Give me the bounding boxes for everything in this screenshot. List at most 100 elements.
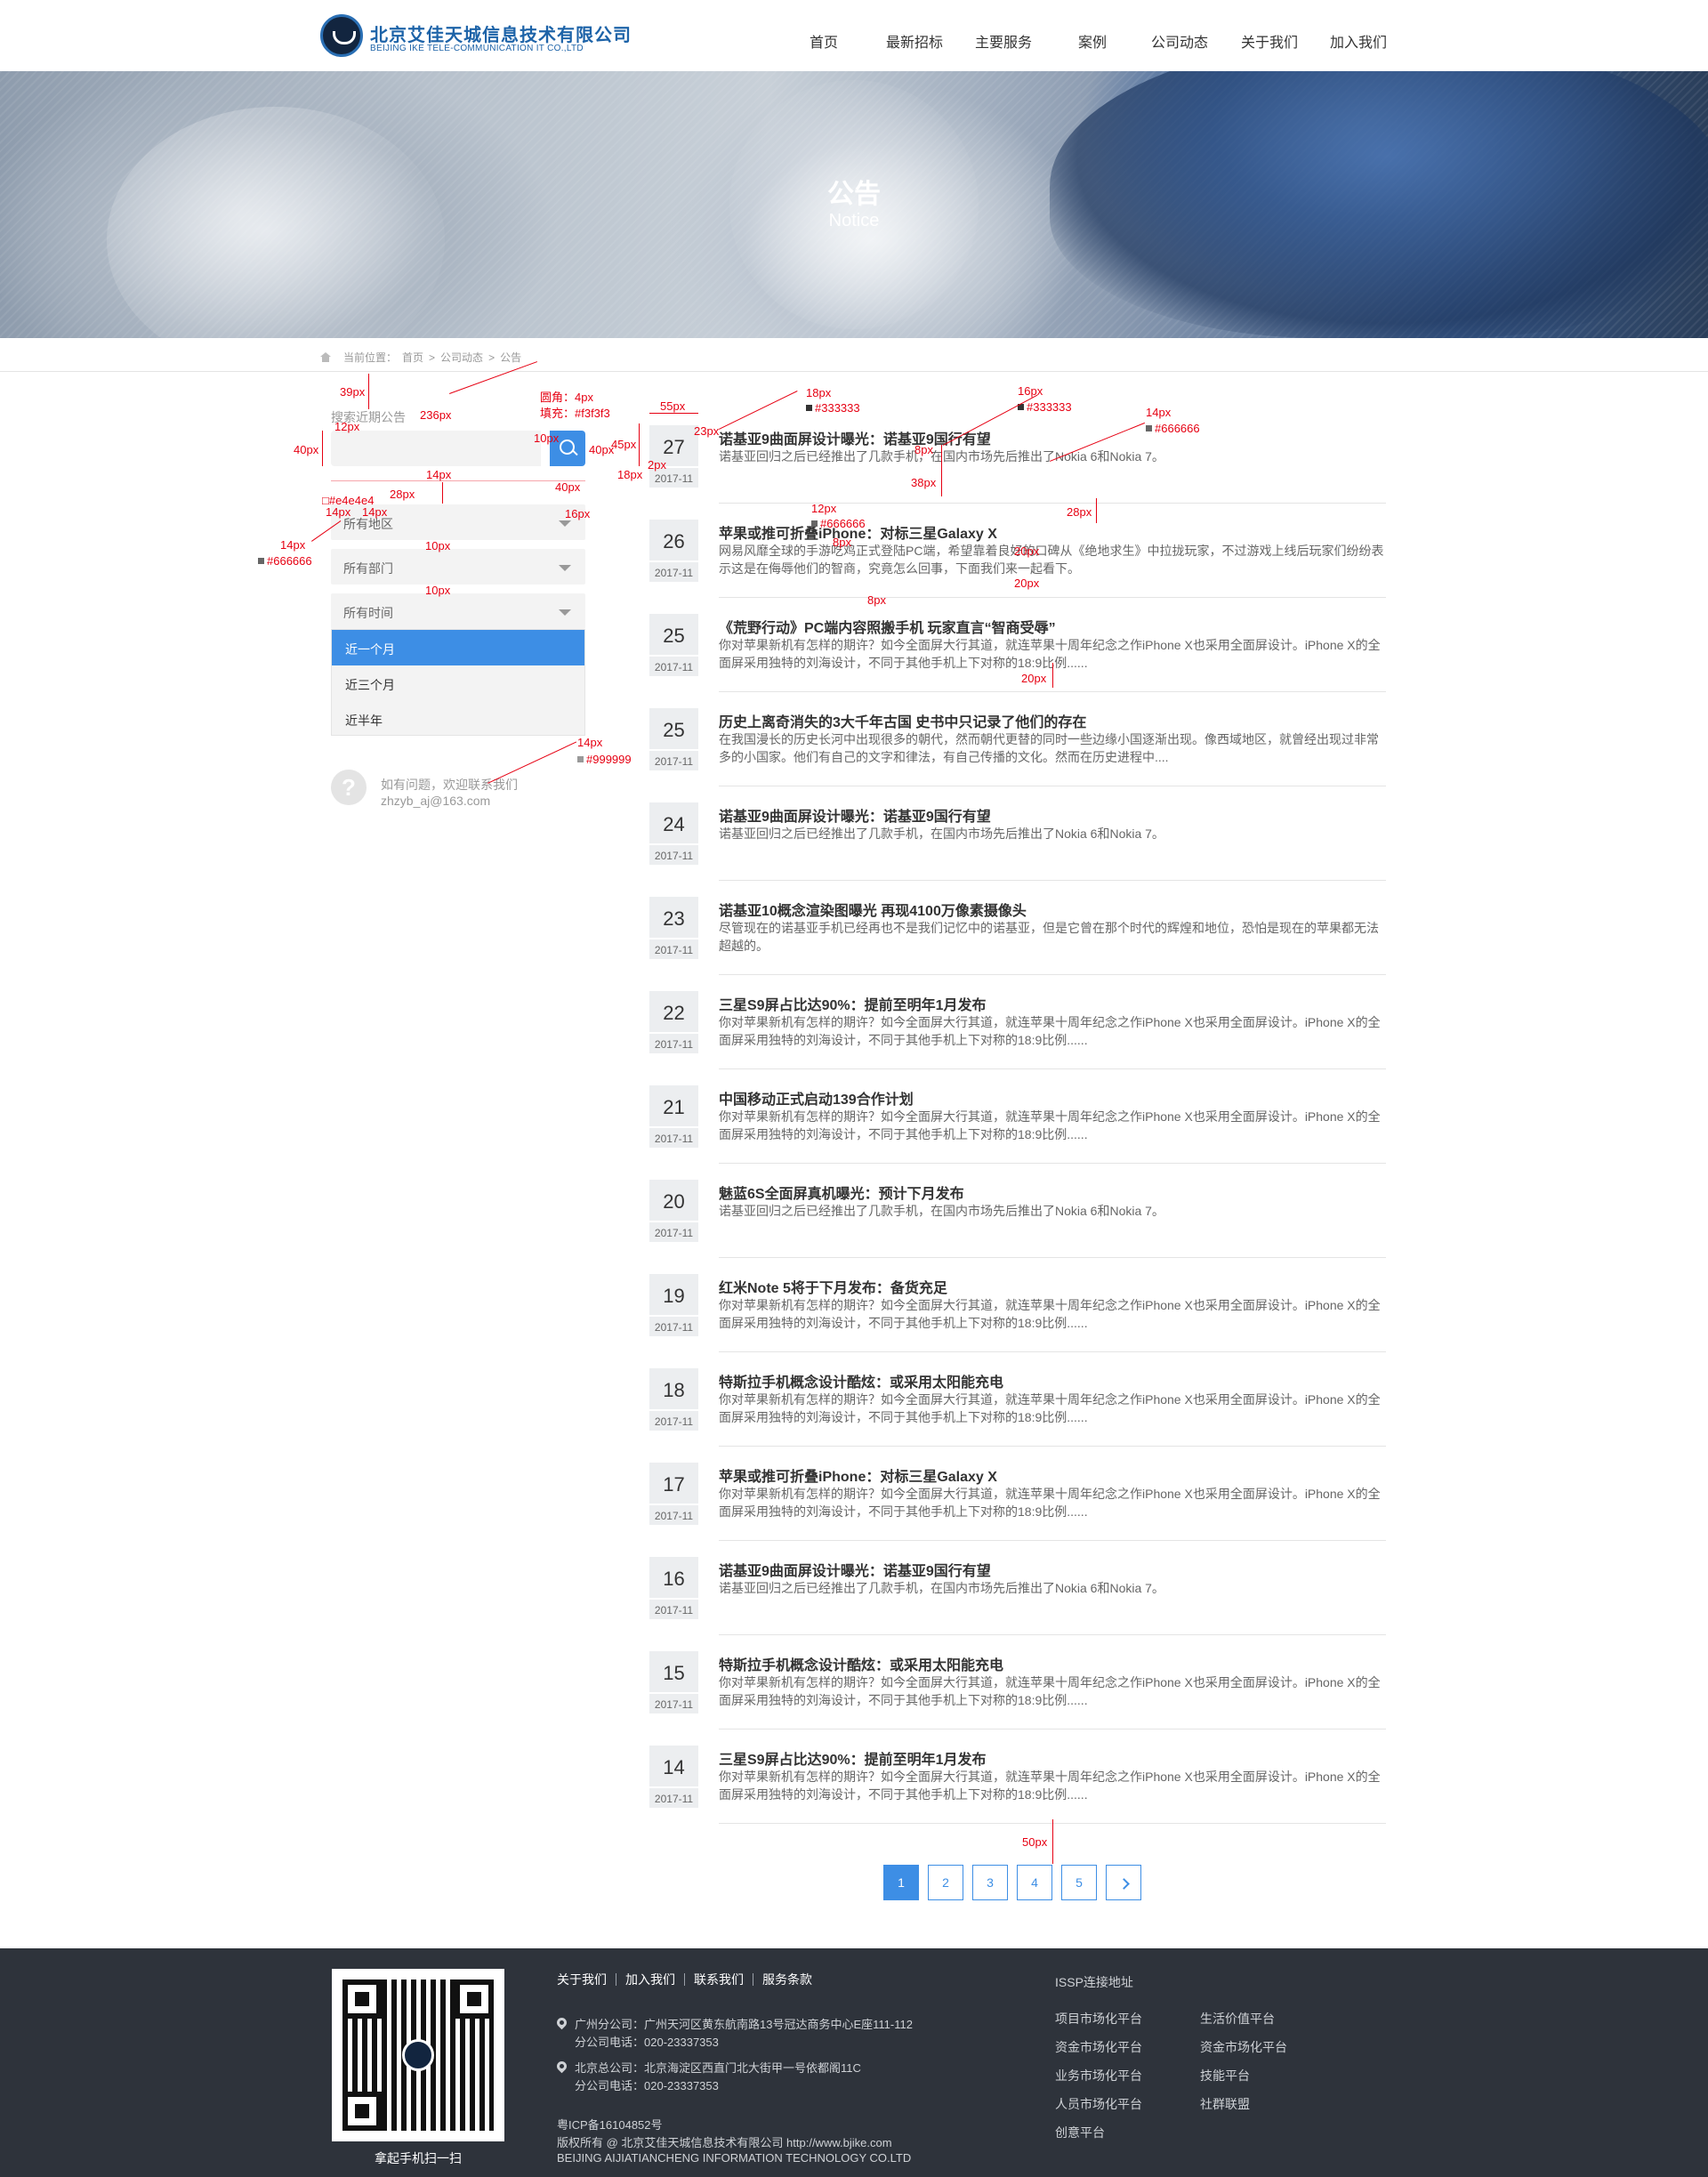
news-title[interactable]: 诺基亚9曲面屏设计曝光：诺基亚9国行有望 <box>719 804 991 826</box>
issp-link[interactable]: 资金市场化平台 <box>1055 2038 1142 2056</box>
page-2[interactable]: 2 <box>928 1865 963 1900</box>
news-title[interactable]: 魅蓝6S全面屏真机曝光：预计下月发布 <box>719 1181 964 1203</box>
search-input[interactable] <box>331 431 541 466</box>
news-item[interactable]: 27 2017-11 诺基亚9曲面屏设计曝光：诺基亚9国行有望 诺基亚回归之后已经推出… <box>649 425 1386 520</box>
news-item[interactable]: 21 2017-11 中国移动正式启动139合作计划 你对苹果新机有怎样的期许？如今全… <box>649 1085 1386 1180</box>
time-option-1-month[interactable]: 近一个月 <box>332 630 584 665</box>
page-1[interactable]: 1 <box>883 1865 919 1900</box>
news-item[interactable]: 26 2017-11 苹果或推可折叠iPhone：对标三星Galaxy X 网易风靡全… <box>649 520 1386 614</box>
annotation-label: 39px <box>340 385 366 399</box>
news-title[interactable]: 特斯拉手机概念设计酷炫：或采用太阳能充电 <box>719 1370 1003 1391</box>
annotation-label: 40px <box>589 443 615 456</box>
page-4[interactable]: 4 <box>1017 1865 1052 1900</box>
news-summary: 你对苹果新机有怎样的期许？如今全面屏大行其道，就连苹果十周年纪念之作iPhone… <box>719 1392 1381 1424</box>
news-item[interactable]: 23 2017-11 诺基亚10概念渲染图曝光 再现4100万像素摄像头 尽管现在的诺… <box>649 897 1386 991</box>
date-day: 27 <box>663 436 685 458</box>
news-title[interactable]: 历史上离奇消失的3大千年古国 史书中只记录了他们的存在 <box>719 710 1086 731</box>
divider <box>719 691 1386 692</box>
issp-link[interactable]: 业务市场化平台 <box>1055 2067 1142 2084</box>
news-title[interactable]: 三星S9屏占比达90%：提前至明年1月发布 <box>719 1747 987 1769</box>
date-month: 2017-11 <box>649 1692 698 1713</box>
color-swatch <box>258 558 264 564</box>
nav-services[interactable]: 主要服务 <box>975 30 1032 52</box>
annotation-label: 23px <box>694 424 720 438</box>
time-select[interactable]: 所有时间 <box>331 593 585 629</box>
news-title[interactable]: 诺基亚9曲面屏设计曝光：诺基亚9国行有望 <box>719 427 991 448</box>
nav-about[interactable]: 关于我们 <box>1241 30 1298 52</box>
news-summary: 你对苹果新机有怎样的期许？如今全面屏大行其道，就连苹果十周年纪念之作iPhone… <box>719 1487 1381 1519</box>
nav-home[interactable]: 首页 <box>810 30 838 52</box>
news-item[interactable]: 22 2017-11 三星S9屏占比达90%：提前至明年1月发布 你对苹果新机有怎样的… <box>649 991 1386 1085</box>
news-item[interactable]: 19 2017-11 红米Note 5将于下月发布：备货充足 你对苹果新机有怎样的期许… <box>649 1274 1386 1368</box>
news-item[interactable]: 16 2017-11 诺基亚9曲面屏设计曝光：诺基亚9国行有望 诺基亚回归之后已经推出… <box>649 1557 1386 1651</box>
news-title[interactable]: 三星S9屏占比达90%：提前至明年1月发布 <box>719 993 987 1014</box>
nav-cases[interactable]: 案例 <box>1078 30 1107 52</box>
time-option-3-months[interactable]: 近三个月 <box>332 665 584 701</box>
news-title[interactable]: 诺基亚9曲面屏设计曝光：诺基亚9国行有望 <box>719 1559 991 1580</box>
issp-link[interactable]: 社群联盟 <box>1200 2095 1250 2113</box>
page-subtitle: Notice <box>828 211 880 230</box>
date-day: 16 <box>663 1568 685 1590</box>
nav-latest-bids[interactable]: 最新招标 <box>886 30 943 52</box>
annotation-label: 14px <box>1146 406 1172 419</box>
page-3[interactable]: 3 <box>972 1865 1008 1900</box>
news-item[interactable]: 25 2017-11 历史上离奇消失的3大千年古国 史书中只记录了他们的存在 在我国漫… <box>649 708 1386 802</box>
help-email[interactable]: zhzyb_aj@163.com <box>381 794 490 808</box>
news-item[interactable]: 24 2017-11 诺基亚9曲面屏设计曝光：诺基亚9国行有望 诺基亚回归之后已经推出… <box>649 802 1386 897</box>
issp-link[interactable]: 生活价值平台 <box>1200 2010 1275 2028</box>
page-5[interactable]: 5 <box>1061 1865 1097 1900</box>
issp-link[interactable]: 创意平台 <box>1055 2124 1105 2141</box>
company-logo[interactable]: 北京艾佳天城信息技术有限公司 BEIJING IKE TELE-COMMUNIC… <box>320 14 631 59</box>
department-select[interactable]: 所有部门 <box>331 549 585 585</box>
annotation-label: 14px <box>577 736 603 749</box>
news-item[interactable]: 14 2017-11 三星S9屏占比达90%：提前至明年1月发布 你对苹果新机有怎样的… <box>649 1746 1386 1840</box>
date-month: 2017-11 <box>649 749 698 770</box>
annotation-line <box>331 480 585 481</box>
news-title[interactable]: 苹果或推可折叠iPhone：对标三星Galaxy X <box>719 1464 997 1486</box>
breadcrumb-home[interactable]: 首页 <box>402 351 423 364</box>
qr-logo-icon <box>402 2039 434 2071</box>
date-month: 2017-11 <box>649 1504 698 1525</box>
news-summary: 网易风靡全球的手游吃鸡正式登陆PC端，希望靠着良好的口碑从《绝地求生》中拉拢玩家… <box>719 544 1384 576</box>
issp-link[interactable]: 技能平台 <box>1200 2067 1250 2084</box>
annotation-line <box>1052 1819 1053 1864</box>
qr-pattern <box>342 1979 494 2131</box>
issp-link[interactable]: 项目市场化平台 <box>1055 2010 1142 2028</box>
footer-link-contact[interactable]: 联系我们 <box>684 1973 753 1986</box>
date-badge: 24 2017-11 <box>649 802 698 865</box>
date-day: 22 <box>663 1002 685 1024</box>
news-title[interactable]: 特斯拉手机概念设计酷炫：或采用太阳能充电 <box>719 1653 1003 1674</box>
breadcrumb-current: 公告 <box>500 351 522 364</box>
news-title[interactable]: 红米Note 5将于下月发布：备货充足 <box>719 1276 947 1297</box>
news-summary: 诺基亚回归之后已经推出了几款手机，在国内市场先后推出了Nokia 6和Nokia… <box>719 1204 1164 1218</box>
breadcrumb-separator: > <box>429 351 436 364</box>
nav-join[interactable]: 加入我们 <box>1330 30 1387 52</box>
date-month: 2017-11 <box>649 1786 698 1808</box>
divider <box>719 1729 1386 1730</box>
date-month: 2017-11 <box>649 1315 698 1336</box>
news-summary: 诺基亚回归之后已经推出了几款手机，在国内市场先后推出了Nokia 6和Nokia… <box>719 826 1164 841</box>
news-title[interactable]: 中国移动正式启动139合作计划 <box>719 1087 914 1109</box>
date-month: 2017-11 <box>649 843 698 865</box>
date-badge: 14 2017-11 <box>649 1746 698 1808</box>
annotation-label: 填充：#f3f3f3 <box>540 407 610 420</box>
next-page-button[interactable] <box>1106 1865 1141 1900</box>
footer-link-join[interactable]: 加入我们 <box>616 1973 684 1986</box>
site-footer: 拿起手机扫一扫 关于我们 加入我们 联系我们 服务条款 广州分公司：广州天河区黄东航南… <box>0 1948 1708 2177</box>
news-title[interactable]: 《荒野行动》PC端内容照搬手机 玩家直言“智商受辱” <box>719 616 1056 637</box>
news-item[interactable]: 18 2017-11 特斯拉手机概念设计酷炫：或采用太阳能充电 你对苹果新机有怎样的期… <box>649 1368 1386 1463</box>
footer-link-about[interactable]: 关于我们 <box>557 1973 616 1986</box>
news-item[interactable]: 17 2017-11 苹果或推可折叠iPhone：对标三星Galaxy X 你对苹果新… <box>649 1463 1386 1557</box>
nav-news[interactable]: 公司动态 <box>1151 30 1208 52</box>
news-item[interactable]: 20 2017-11 魅蓝6S全面屏真机曝光：预计下月发布 诺基亚回归之后已经推出了几… <box>649 1180 1386 1274</box>
issp-title: ISSP连接地址 <box>1055 1975 1133 1989</box>
breadcrumb-news[interactable]: 公司动态 <box>440 351 483 364</box>
footer-link-terms[interactable]: 服务条款 <box>753 1973 821 1986</box>
time-option-half-year[interactable]: 近半年 <box>332 701 584 737</box>
news-item[interactable]: 25 2017-11 《荒野行动》PC端内容照搬手机 玩家直言“智商受辱” 你对苹果新… <box>649 614 1386 708</box>
color-swatch <box>1146 425 1152 431</box>
issp-link[interactable]: 资金市场化平台 <box>1200 2038 1287 2056</box>
issp-link[interactable]: 人员市场化平台 <box>1055 2095 1142 2113</box>
news-item[interactable]: 15 2017-11 特斯拉手机概念设计酷炫：或采用太阳能充电 你对苹果新机有怎样的期… <box>649 1651 1386 1746</box>
news-title[interactable]: 诺基亚10概念渲染图曝光 再现4100万像素摄像头 <box>719 899 1027 920</box>
